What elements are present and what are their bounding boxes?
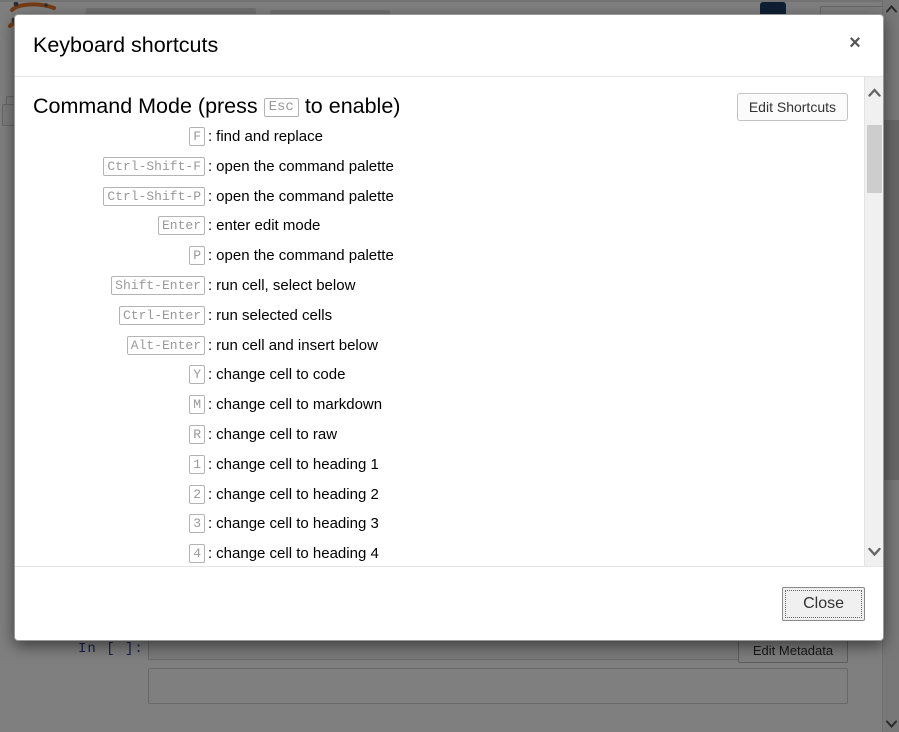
key-glyph: F [189,127,205,146]
chevron-up-icon [868,87,881,97]
shortcut-keys: Ctrl-Enter [33,305,205,325]
shortcut-keys: P [33,246,205,266]
command-mode-title-prefix: Command Mode (press [33,94,258,118]
key-glyph: 2 [189,484,205,504]
shortcut-separator: : [208,455,213,473]
close-button[interactable]: Close [782,586,865,621]
key-glyph: 1 [189,454,205,474]
shortcut-keys: F [33,127,205,146]
shortcut-separator: : [208,515,213,533]
shortcut-description: enter edit mode [216,217,321,235]
chevron-down-icon [868,547,881,556]
shortcut-keys: Shift-Enter [33,275,205,295]
shortcut-description: open the command palette [216,247,394,265]
esc-key-glyph: Esc [263,98,299,117]
shortcut-row: Enter: enter edit mode [33,216,848,246]
shortcut-keys: 1 [33,454,205,474]
edit-shortcuts-button[interactable]: Edit Shortcuts [736,93,848,121]
shortcut-row: M: change cell to markdown [33,395,848,425]
shortcut-row: F: find and replace [33,127,848,157]
shortcut-row: 4: change cell to heading 4 [33,544,848,566]
modal-scrollbar-up-arrow[interactable] [865,77,883,107]
key-glyph: Alt-Enter [126,335,205,355]
shortcut-row: Ctrl-Enter: run selected cells [33,305,848,336]
shortcut-description: run cell, select below [216,276,356,294]
shortcut-separator: : [208,545,213,563]
key-glyph: R [189,424,205,444]
modal-header: Keyboard shortcuts × [15,15,883,77]
shortcut-keys: Ctrl-Shift-P [33,186,205,206]
shortcut-description: run selected cells [216,306,333,324]
shortcut-list: F: find and replace Ctrl-Shift-F: open the … [33,127,848,566]
shortcut-separator: : [208,276,213,294]
shortcut-description: change cell to heading 1 [216,455,379,473]
modal-scrollbar[interactable] [864,77,883,566]
shortcut-separator: : [208,336,213,354]
shortcut-separator: : [208,396,213,414]
keyboard-shortcuts-modal: Keyboard shortcuts × Command Mode (press… [14,14,884,641]
shortcut-row: 1: change cell to heading 1 [33,454,848,485]
shortcut-description: change cell to heading 2 [216,485,379,503]
key-glyph: P [189,246,205,266]
modal-footer: Close [15,566,883,640]
shortcut-separator: : [208,306,213,324]
shortcut-separator: : [208,366,213,384]
shortcut-row: 3: change cell to heading 3 [33,514,848,544]
modal-title: Keyboard shortcuts [33,32,219,57]
shortcut-keys: 2 [33,484,205,504]
shortcut-separator: : [208,187,213,205]
key-glyph: Ctrl-Shift-F [103,156,205,176]
shortcut-row: R: change cell to raw [33,424,848,455]
shortcut-separator: : [208,128,213,145]
shortcut-row: Alt-Enter: run cell and insert below [33,335,848,366]
shortcut-row: P: open the command palette [33,246,848,276]
shortcut-separator: : [208,157,213,175]
shortcut-separator: : [208,217,213,235]
shortcut-keys: M [33,395,205,415]
shortcut-keys: Ctrl-Shift-F [33,156,205,176]
command-mode-title: Command Mode (press Esc to enable) [33,91,400,121]
shortcut-row: Ctrl-Shift-F: open the command palette [33,156,848,187]
shortcut-description: open the command palette [216,187,394,205]
shortcut-row: 2: change cell to heading 2 [33,484,848,515]
modal-scrollbar-down-arrow[interactable] [865,536,883,566]
command-mode-title-suffix: to enable) [304,94,401,118]
shortcut-description: open the command palette [216,157,394,175]
shortcut-keys: 4 [33,544,205,564]
modal-body: Command Mode (press Esc to enable) Edit … [15,77,883,566]
shortcut-description: change cell to heading 3 [216,515,379,533]
key-glyph: Ctrl-Shift-P [103,186,205,206]
shortcut-separator: : [208,485,213,503]
shortcut-keys: R [33,424,205,444]
shortcut-description: run cell and insert below [216,336,378,354]
key-glyph: Y [189,365,205,385]
shortcut-separator: : [208,425,213,443]
shortcut-description: change cell to code [216,366,346,384]
shortcut-separator: : [208,247,213,265]
modal-scrollbar-thumb[interactable] [867,125,882,193]
shortcut-keys: Y [33,365,205,385]
key-glyph: M [189,395,205,415]
key-glyph: 4 [189,544,205,564]
shortcut-row: Y: change cell to code [33,365,848,395]
shortcut-keys: 3 [33,514,205,534]
shortcut-keys: Alt-Enter [33,335,205,355]
command-mode-section-header: Command Mode (press Esc to enable) Edit … [33,91,848,121]
shortcut-description: change cell to raw [216,425,338,443]
key-glyph: Enter [157,216,205,236]
key-glyph: Shift-Enter [111,275,205,295]
key-glyph: Ctrl-Enter [118,305,205,325]
modal-body-scroll-content: Command Mode (press Esc to enable) Edit … [15,77,866,566]
shortcut-keys: Enter [33,216,205,236]
shortcut-row: Ctrl-Shift-P: open the command palette [33,186,848,217]
close-icon[interactable]: × [843,31,867,55]
shortcut-description: change cell to heading 4 [216,545,379,563]
shortcut-description: find and replace [216,128,323,145]
key-glyph: 3 [189,514,205,534]
shortcut-description: change cell to markdown [216,396,383,414]
shortcut-row: Shift-Enter: run cell, select below [33,275,848,306]
